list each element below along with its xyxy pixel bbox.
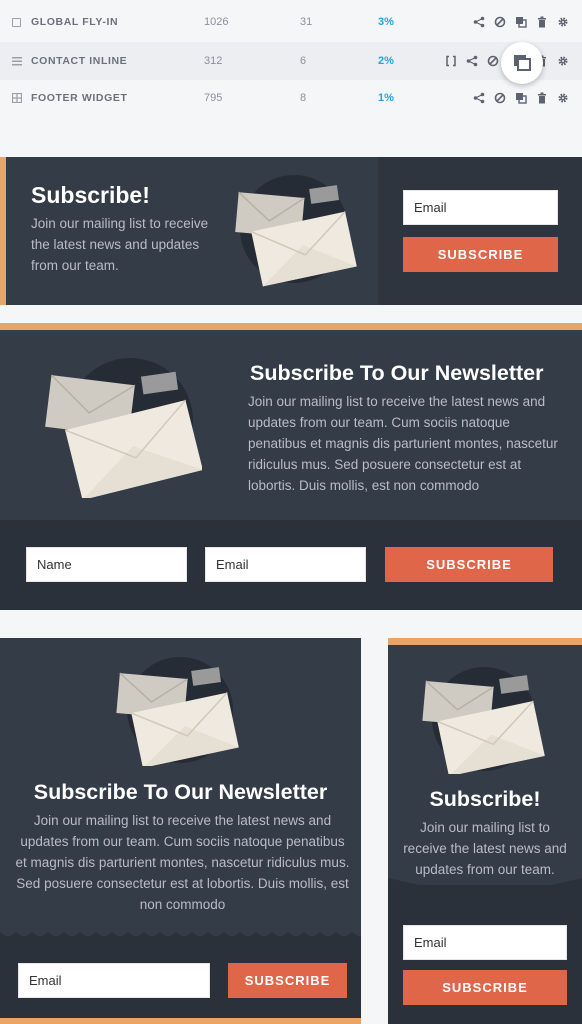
envelope-icon — [422, 675, 545, 774]
zigzag-divider — [0, 932, 361, 940]
optin-rate: 2% — [378, 55, 394, 67]
envelope-icon — [45, 371, 202, 498]
widget-type-icon — [11, 92, 23, 104]
trash-icon[interactable] — [534, 91, 549, 106]
optin-conversions: 8 — [300, 92, 307, 104]
table-row[interactable]: CONTACT INLINE 312 6 2% — [0, 42, 582, 80]
optin-name: FOOTER WIDGET — [31, 92, 128, 104]
newsletter-centered-widget: Subscribe To Our Newsletter Join our mai… — [0, 638, 361, 1024]
email-field[interactable]: Email — [403, 925, 567, 960]
accent-border — [0, 157, 6, 305]
subscribe-button[interactable]: SUBSCRIBE — [403, 237, 558, 272]
widget-description: Join our mailing list to receive the lat… — [248, 394, 558, 493]
settings-gear-icon[interactable] — [555, 91, 570, 106]
row-actions — [471, 91, 570, 106]
widget-title: Subscribe To Our Newsletter — [33, 780, 328, 804]
optin-conversions: 31 — [300, 16, 313, 28]
envelope-icon — [116, 667, 239, 766]
settings-gear-icon[interactable] — [555, 15, 570, 30]
sidebar-optin-widget: Subscribe! Join our mailing list to rece… — [388, 638, 582, 1024]
optin-conversions: 6 — [300, 55, 307, 67]
subscribe-button[interactable]: SUBSCRIBE — [385, 547, 553, 582]
optin-name: CONTACT INLINE — [31, 55, 128, 67]
email-field[interactable]: Email — [205, 547, 366, 582]
disable-icon[interactable] — [485, 54, 500, 69]
share-icon[interactable] — [464, 54, 479, 69]
arrow-divider — [388, 878, 582, 906]
share-icon[interactable] — [471, 91, 486, 106]
email-field[interactable]: Email — [18, 963, 210, 998]
widget-description: Join our mailing list to receive the lat… — [31, 216, 209, 273]
disable-icon[interactable] — [492, 15, 507, 30]
settings-gear-icon[interactable] — [555, 54, 570, 69]
inline-optin-widget: Subscribe! Join our mailing list to rece… — [0, 157, 582, 305]
duplicate-icon-hovered[interactable] — [501, 42, 543, 84]
flyin-type-icon — [12, 17, 21, 27]
newsletter-wide-widget: Subscribe To Our Newsletter Join our mai… — [0, 323, 582, 610]
trash-icon[interactable] — [534, 15, 549, 30]
table-row[interactable]: FOOTER WIDGET 795 8 1% — [0, 79, 582, 117]
subscribe-button[interactable]: SUBSCRIBE — [228, 963, 347, 998]
optin-views: 795 — [204, 92, 223, 104]
accent-border — [388, 638, 582, 645]
envelope-icon — [235, 185, 357, 287]
widget-description: Join our mailing list to receive the lat… — [15, 813, 350, 912]
widget-title: Subscribe! — [31, 182, 150, 208]
optin-rate: 1% — [378, 92, 394, 104]
table-row[interactable]: GLOBAL FLY-IN 1026 31 3% — [0, 3, 582, 41]
optin-name: GLOBAL FLY-IN — [31, 16, 119, 28]
accent-border — [0, 323, 582, 330]
row-actions — [471, 15, 570, 30]
widget-title: Subscribe To Our Newsletter — [250, 361, 544, 385]
duplicate-icon[interactable] — [513, 91, 528, 106]
shortcode-icon[interactable] — [443, 54, 458, 69]
optin-views: 1026 — [204, 16, 229, 28]
optin-rate: 3% — [378, 16, 394, 28]
widget-title: Subscribe! — [429, 787, 541, 811]
email-field[interactable]: Email — [403, 190, 558, 225]
duplicate-icon[interactable] — [513, 15, 528, 30]
optin-preview-page: GLOBAL FLY-IN 1026 31 3% CONTACT INLINE … — [0, 0, 582, 1024]
inline-type-icon — [12, 56, 22, 66]
widget-description: Join our mailing list to receive the lat… — [403, 820, 567, 877]
accent-border — [0, 1018, 361, 1024]
form-area — [378, 157, 582, 305]
subscribe-button[interactable]: SUBSCRIBE — [403, 970, 567, 1005]
optin-views: 312 — [204, 55, 223, 67]
disable-icon[interactable] — [492, 91, 507, 106]
name-field[interactable]: Name — [26, 547, 187, 582]
share-icon[interactable] — [471, 15, 486, 30]
